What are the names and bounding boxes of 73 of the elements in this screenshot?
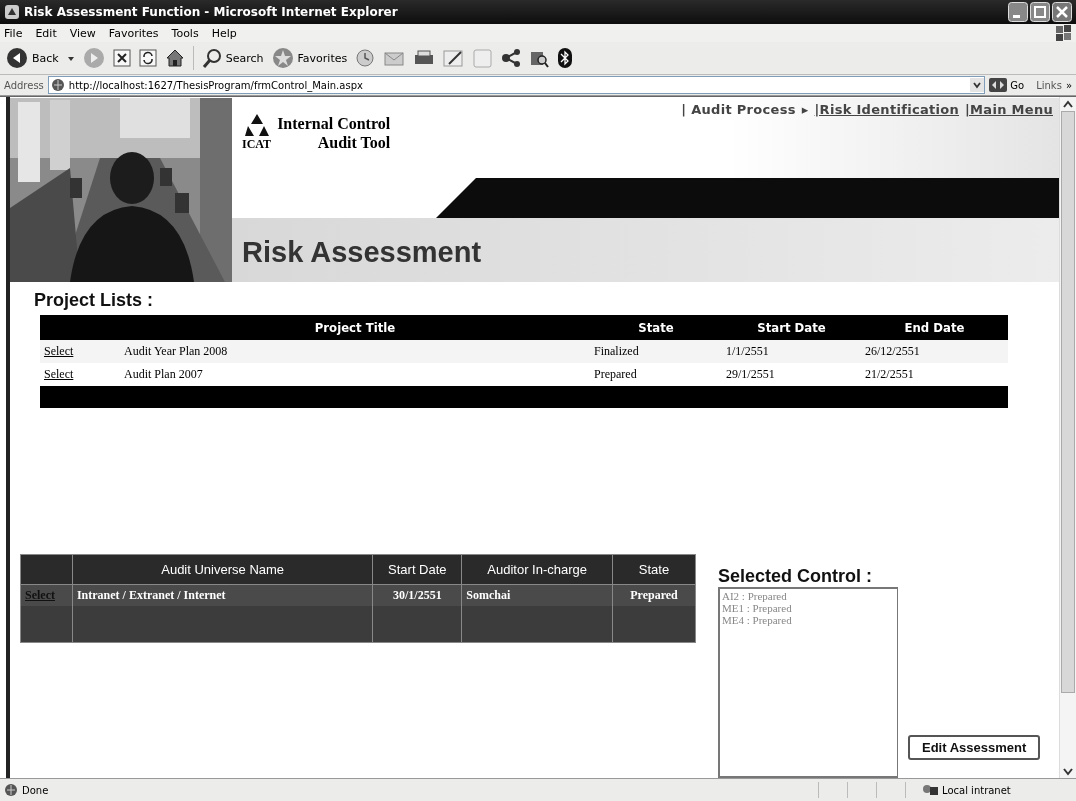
select-link[interactable]: Select — [44, 367, 74, 381]
column-header: Audit Universe Name — [72, 554, 373, 585]
list-item[interactable]: ME4 : Prepared — [722, 614, 895, 626]
address-field[interactable]: http://localhost:1627/ThesisProgram/frmControl_Main.aspx — [47, 76, 986, 94]
status-text: Done — [22, 784, 49, 796]
menu-item[interactable]: File — [4, 26, 23, 40]
edit-assessment-button[interactable]: Edit Assessment — [908, 735, 1041, 760]
breadcrumb-arrow: ▸ — [801, 102, 809, 117]
search-button[interactable]: Search — [201, 48, 264, 68]
close-icon[interactable] — [1052, 2, 1072, 22]
table-cell: Finalized — [590, 340, 722, 363]
column-header: State — [612, 554, 696, 585]
address-label: Address — [4, 79, 44, 91]
page-icon — [50, 78, 65, 92]
arrows-icon — [989, 78, 1008, 92]
table-cell: Prepared — [590, 363, 722, 386]
section-heading: Selected Control : — [718, 566, 874, 587]
page-title: Risk Assessment — [242, 235, 482, 269]
list-item[interactable]: ME1 : Prepared — [722, 602, 895, 614]
scroll-thumb[interactable] — [1061, 111, 1075, 693]
caret-icon[interactable] — [66, 54, 75, 62]
table-cell: 21/2/2551 — [861, 363, 1008, 386]
column-header: End Date — [861, 315, 1008, 340]
column-header: Auditor In-charge — [461, 554, 613, 585]
table-cell: Audit Plan 2007 — [120, 363, 590, 386]
menu-item[interactable]: Tools — [171, 26, 199, 40]
control-list[interactable]: AI2 : Prepared ME1 : Prepared ME4 : Prepared — [718, 587, 898, 778]
back-button[interactable]: Back — [6, 47, 59, 69]
logo-abbreviation: ICAT — [242, 137, 272, 152]
menu-item[interactable]: Favorites — [108, 26, 159, 40]
scrollbar[interactable] — [1059, 97, 1076, 778]
logo-text: Internal Control — [277, 115, 391, 133]
logo-text: Audit Tool — [316, 134, 391, 152]
section-heading: Project Lists : — [33, 289, 155, 311]
table-cell: Intranet / Extranet / Internet — [72, 584, 373, 606]
network-icon — [922, 783, 938, 797]
column-header: Start Date — [722, 315, 861, 340]
home-icon[interactable] — [164, 48, 185, 68]
table-cell: 26/12/2551 — [861, 340, 1008, 363]
links-label[interactable]: Links — [1036, 79, 1062, 91]
history-icon[interactable] — [355, 48, 376, 68]
go-button[interactable]: Go — [989, 78, 1025, 92]
column-header: State — [590, 315, 722, 340]
favorites-button[interactable]: Favorites — [271, 47, 348, 69]
menu-item[interactable]: Help — [211, 26, 237, 40]
arrow-left-icon — [6, 47, 28, 69]
menu-item[interactable]: Edit — [35, 26, 57, 40]
edit-icon[interactable] — [443, 48, 466, 68]
browser-icon — [4, 4, 20, 20]
table-cell: Audit Year Plan 2008 — [120, 340, 590, 363]
refresh-icon[interactable] — [138, 49, 157, 67]
window-title: Risk Assessment Function - Microsoft Internet Explorer — [24, 5, 399, 19]
zone-text: Local intranet — [942, 784, 1011, 796]
stop-icon[interactable] — [112, 49, 131, 67]
maximize-icon[interactable] — [1030, 2, 1050, 22]
nav-link[interactable]: |Main Menu — [965, 102, 1053, 117]
breadcrumb-text: | Audit Process — [681, 102, 796, 117]
table-cell: 29/1/2551 — [722, 363, 861, 386]
search-icon — [201, 48, 222, 68]
star-icon — [271, 47, 294, 69]
list-item[interactable]: AI2 : Prepared — [722, 590, 895, 602]
bluetooth-icon[interactable] — [557, 47, 574, 69]
column-header: Project Title — [120, 315, 590, 340]
more-chevron[interactable]: » — [1065, 79, 1072, 91]
dropdown-icon[interactable] — [970, 78, 985, 92]
page-icon — [4, 783, 18, 797]
windows-logo-icon — [1054, 24, 1072, 42]
menu-item[interactable]: View — [69, 26, 96, 40]
column-header: Start Date — [372, 554, 462, 585]
table-cell: 1/1/2551 — [722, 340, 861, 363]
share-nodes-icon[interactable] — [501, 48, 522, 68]
minimize-icon[interactable] — [1008, 2, 1028, 22]
nav-link[interactable]: |Risk Identification — [814, 102, 960, 117]
